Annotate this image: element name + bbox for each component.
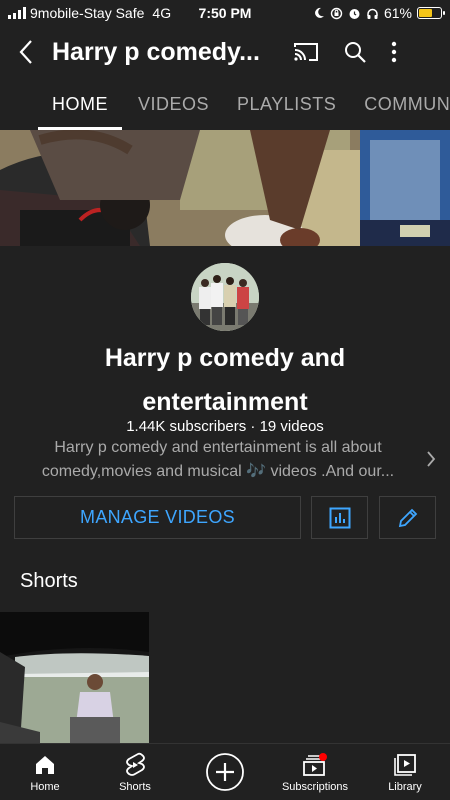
nav-library-label: Library (388, 780, 422, 793)
edit-pencil-icon (398, 508, 417, 527)
battery-icon (417, 7, 445, 19)
nav-shorts-label: Shorts (119, 780, 151, 793)
tab-community[interactable]: COMMUN (350, 78, 450, 130)
headphones-icon (367, 8, 378, 19)
network-type: 4G (152, 5, 172, 21)
orientation-lock-icon (330, 7, 343, 19)
moon-icon (315, 7, 324, 18)
manage-videos-button[interactable]: MANAGE VIDEOS (14, 496, 301, 539)
short-thumbnail[interactable] (0, 612, 149, 743)
subscriptions-icon (303, 752, 327, 776)
status-bar: 9mobile-Stay Safe 4G 7:50 PM 61% (0, 0, 450, 26)
tab-playlists[interactable]: PLAYLISTS (223, 78, 350, 130)
channel-description[interactable]: Harry p comedy and entertainment is all … (18, 436, 418, 484)
bottom-navigation: Home Shorts Subscriptions Library (0, 743, 450, 800)
analytics-button[interactable] (311, 496, 368, 539)
signal-strength-icon (8, 7, 26, 19)
create-plus-icon (206, 753, 244, 791)
banner-image (0, 130, 450, 246)
header-title: Harry p comedy... (52, 37, 260, 66)
short-thumbnail-image (0, 612, 149, 743)
back-button[interactable] (0, 39, 52, 65)
carrier-name: 9mobile-Stay Safe (30, 5, 145, 21)
shorts-section-title: Shorts (20, 570, 78, 592)
avatar-image (191, 263, 259, 331)
back-arrow-icon (19, 40, 32, 64)
library-icon (394, 753, 416, 776)
app-header: Harry p comedy... (0, 26, 450, 78)
nav-library[interactable]: Library (360, 744, 450, 800)
nav-home[interactable]: Home (0, 744, 90, 800)
nav-subscriptions-label: Subscriptions (281, 780, 349, 793)
home-icon (36, 755, 54, 774)
nav-home-label: Home (30, 780, 60, 793)
shorts-icon (126, 752, 145, 776)
cast-icon[interactable] (293, 41, 319, 63)
channel-avatar[interactable] (191, 263, 259, 331)
channel-name: Harry p comedy and entertainment (104, 344, 346, 416)
nav-shorts[interactable]: Shorts (90, 744, 180, 800)
channel-stats: 1.44K subscribers · 19 videos (126, 418, 324, 435)
more-vert-icon[interactable] (391, 41, 397, 63)
tab-videos[interactable]: VIDEOS (124, 78, 223, 130)
alarm-icon (349, 8, 360, 19)
nav-subscriptions[interactable]: Subscriptions (270, 744, 360, 800)
chevron-right-icon[interactable] (426, 450, 436, 468)
channel-tabs: HOME VIDEOS PLAYLISTS COMMUN (0, 78, 450, 130)
tab-home[interactable]: HOME (0, 78, 124, 130)
analytics-icon (329, 507, 350, 528)
battery-percent: 61% (383, 5, 412, 21)
channel-banner (0, 130, 450, 246)
edit-channel-button[interactable] (379, 496, 436, 539)
nav-create[interactable] (180, 744, 270, 800)
search-icon[interactable] (343, 40, 367, 64)
